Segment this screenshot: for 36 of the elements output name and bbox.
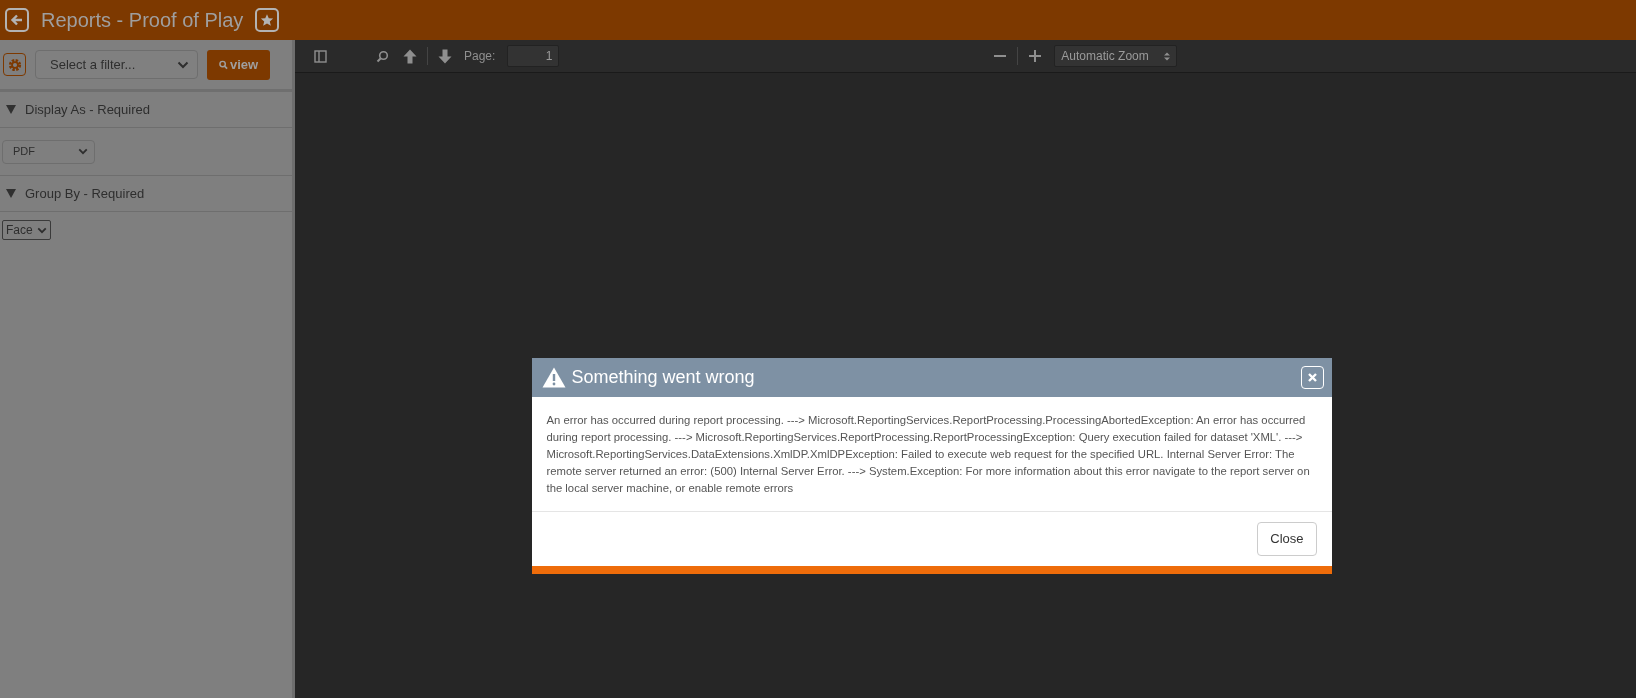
minus-icon (994, 55, 1007, 57)
chevron-down-icon (36, 226, 47, 234)
page-number-field[interactable]: 1 (507, 45, 560, 67)
close-icon-button[interactable] (1300, 366, 1324, 389)
updown-caret-icon (1164, 51, 1171, 61)
plus-icon (1029, 50, 1042, 62)
view-button[interactable]: view (207, 49, 271, 80)
warning-icon (541, 367, 566, 388)
back-button[interactable] (5, 8, 29, 32)
close-button[interactable]: Close (1257, 522, 1317, 556)
close-icon (1307, 373, 1317, 382)
settings-button[interactable] (3, 53, 26, 76)
chevron-down-icon (78, 148, 88, 155)
chevron-down-icon (177, 60, 189, 69)
sidebar-toggle-icon (313, 49, 327, 63)
search-icon (219, 59, 228, 70)
favorite-button[interactable] (255, 8, 280, 32)
section-title: Display As - Required (25, 100, 150, 119)
toggle-triangle-icon[interactable] (6, 104, 16, 115)
arrow-down-icon (438, 48, 452, 64)
select-field[interactable]: PDF (2, 139, 95, 164)
select-field[interactable]: Face (2, 220, 51, 240)
settings-icon (7, 57, 22, 72)
filter-select[interactable]: Select a filter... (35, 50, 198, 79)
search-icon (375, 49, 389, 63)
toggle-triangle-icon[interactable] (6, 188, 16, 199)
page-label: Page: (464, 48, 496, 65)
arrow-up-icon (403, 48, 417, 64)
zoom-select[interactable]: Automatic Zoom (1054, 45, 1178, 67)
page-title: Reports - Proof of Play (41, 8, 244, 33)
error-message: An error has occurred during report processing. ---> Microsoft.ReportingServices.ReportProcessing.ProcessingAbortedException: An error has occurred during report processing. ---> Microsoft.ReportingServices.ReportProcessing.ReportProcessingException: Query execution failed for dataset 'XML'. ---> Microsoft.ReportingServices.DataExtensions.XmlDP.XmlDPException: Failed to execute web request for the specified URL. Internal Server Error: The remote server returned an error: (500) Internal Server Error. ---> System.Exception: For more information about this error navigate to the report server on the local server machine, or enable remote errors (546, 413, 1311, 496)
star-icon (260, 13, 275, 27)
section-title: Group By - Required (25, 184, 145, 203)
filter-placeholder: Select a filter... (50, 55, 136, 74)
back-arrow-icon (10, 13, 24, 27)
dialog-title: Something went wrong (571, 366, 756, 389)
